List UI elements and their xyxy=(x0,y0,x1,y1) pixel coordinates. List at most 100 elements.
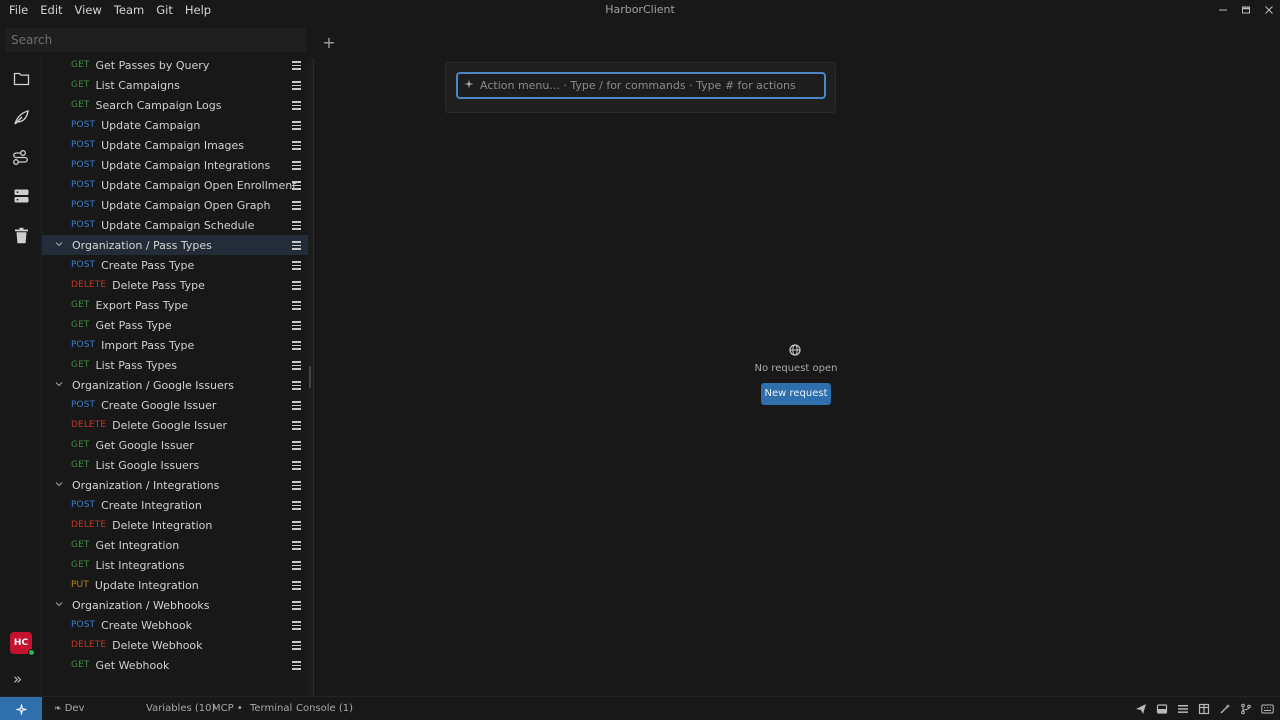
row-menu-icon[interactable] xyxy=(292,359,301,371)
row-menu-icon[interactable] xyxy=(292,219,301,231)
close-icon[interactable] xyxy=(1257,0,1280,20)
tree-request-row[interactable]: GET Search Campaign Logs xyxy=(42,95,308,115)
row-menu-icon[interactable] xyxy=(292,59,301,71)
row-menu-icon[interactable] xyxy=(292,539,301,551)
row-menu-icon[interactable] xyxy=(292,419,301,431)
row-menu-icon[interactable] xyxy=(292,559,301,571)
expand-sidebar-icon[interactable]: » xyxy=(13,670,22,688)
row-menu-icon[interactable] xyxy=(292,199,301,211)
row-menu-icon[interactable] xyxy=(292,279,301,291)
tree-folder[interactable]: Organization / Pass Types xyxy=(42,235,308,255)
console-tab[interactable]: Console (1) xyxy=(296,697,353,720)
tree-request-row[interactable]: GET List Campaigns xyxy=(42,75,308,95)
inbox-icon[interactable] xyxy=(1155,702,1169,716)
send-icon[interactable] xyxy=(1134,702,1148,716)
row-menu-icon[interactable] xyxy=(292,119,301,131)
tree-request-row[interactable]: DELETE Delete Webhook xyxy=(42,635,308,655)
trash-icon[interactable] xyxy=(11,225,31,245)
tree-request-row[interactable]: POST Update Campaign Images xyxy=(42,135,308,155)
row-menu-icon[interactable] xyxy=(292,499,301,511)
server-icon[interactable] xyxy=(11,186,31,206)
menu-help[interactable]: Help xyxy=(179,0,217,20)
folder-icon[interactable] xyxy=(11,68,31,88)
remote-indicator-icon[interactable] xyxy=(0,697,42,720)
row-menu-icon[interactable] xyxy=(292,579,301,591)
tree-request-row[interactable]: POST Create Google Issuer xyxy=(42,395,308,415)
row-menu-icon[interactable] xyxy=(292,479,301,491)
tree-request-row[interactable]: GET Get Passes by Query xyxy=(42,58,308,75)
tree-request-row[interactable]: GET Get Webhook xyxy=(42,655,308,675)
row-menu-icon[interactable] xyxy=(292,259,301,271)
row-menu-icon[interactable] xyxy=(292,459,301,471)
mcp-tab[interactable]: MCP • xyxy=(212,697,243,720)
maximize-icon[interactable] xyxy=(1234,0,1257,20)
row-menu-icon[interactable] xyxy=(292,659,301,671)
tree-request-row[interactable]: GET Get Integration xyxy=(42,535,308,555)
tree-request-row[interactable]: GET List Pass Types xyxy=(42,355,308,375)
tree-request-row[interactable]: DELETE Delete Pass Type xyxy=(42,275,308,295)
tree-request-row[interactable]: POST Create Webhook xyxy=(42,615,308,635)
menu-git[interactable]: Git xyxy=(150,0,179,20)
tree-request-row[interactable]: POST Import Pass Type xyxy=(42,335,308,355)
tree-request-row[interactable]: POST Update Campaign Open Graph xyxy=(42,195,308,215)
row-menu-icon[interactable] xyxy=(292,619,301,631)
row-menu-icon[interactable] xyxy=(292,239,301,251)
layout-icon[interactable] xyxy=(1197,702,1211,716)
tree-request-row[interactable]: POST Create Integration xyxy=(42,495,308,515)
workflow-icon[interactable] xyxy=(11,147,31,167)
row-menu-icon[interactable] xyxy=(292,519,301,531)
menu-team[interactable]: Team xyxy=(108,0,150,20)
variables-tab[interactable]: Variables (10) xyxy=(146,697,215,720)
list-icon[interactable] xyxy=(1176,702,1190,716)
environment-selector[interactable]: ❧ Dev xyxy=(54,697,85,720)
menu-view[interactable]: View xyxy=(69,0,108,20)
menu-bar: File Edit View Team Git Help xyxy=(0,0,217,20)
row-menu-icon[interactable] xyxy=(292,159,301,171)
new-tab-button[interactable]: + xyxy=(318,32,340,54)
row-menu-icon[interactable] xyxy=(292,339,301,351)
tree-request-row[interactable]: POST Update Campaign Integrations xyxy=(42,155,308,175)
minimize-icon[interactable] xyxy=(1211,0,1234,20)
magic-icon[interactable] xyxy=(1218,702,1232,716)
tree-request-row[interactable]: GET List Google Issuers xyxy=(42,455,308,475)
row-menu-icon[interactable] xyxy=(292,299,301,311)
row-menu-icon[interactable] xyxy=(292,439,301,451)
tree-request-row[interactable]: POST Update Campaign xyxy=(42,115,308,135)
tree-request-row[interactable]: DELETE Delete Google Issuer xyxy=(42,415,308,435)
tree-request-row[interactable]: POST Create Pass Type xyxy=(42,255,308,275)
tree-request-row[interactable]: POST Update Campaign Open Enrollment xyxy=(42,175,308,195)
row-menu-icon[interactable] xyxy=(292,179,301,191)
keyboard-icon[interactable] xyxy=(1260,702,1274,716)
tree-request-row[interactable]: GET List Integrations xyxy=(42,555,308,575)
tree-request-row[interactable]: GET Get Google Issuer xyxy=(42,435,308,455)
row-menu-icon[interactable] xyxy=(292,139,301,151)
terminal-tab[interactable]: Terminal xyxy=(250,697,292,720)
branch-icon[interactable] xyxy=(1239,702,1253,716)
new-request-button[interactable]: New request xyxy=(761,383,831,405)
tree-request-row[interactable]: PUT Update Integration xyxy=(42,575,308,595)
row-menu-icon[interactable] xyxy=(292,399,301,411)
chevron-down-icon[interactable] xyxy=(55,600,65,610)
row-menu-icon[interactable] xyxy=(292,319,301,331)
row-menu-icon[interactable] xyxy=(292,99,301,111)
menu-edit[interactable]: Edit xyxy=(34,0,68,20)
chevron-down-icon[interactable] xyxy=(55,380,65,390)
chevron-down-icon[interactable] xyxy=(55,480,65,490)
tree-request-row[interactable]: POST Update Campaign Schedule xyxy=(42,215,308,235)
row-menu-icon[interactable] xyxy=(292,599,301,611)
action-menu-input[interactable] xyxy=(480,79,820,92)
tree-request-row[interactable]: GET Export Pass Type xyxy=(42,295,308,315)
row-menu-icon[interactable] xyxy=(292,379,301,391)
tree-folder[interactable]: Organization / Integrations xyxy=(42,475,308,495)
row-menu-icon[interactable] xyxy=(292,639,301,651)
row-menu-icon[interactable] xyxy=(292,79,301,91)
tree-request-row[interactable]: GET Get Pass Type xyxy=(42,315,308,335)
tree-folder[interactable]: Organization / Webhooks xyxy=(42,595,308,615)
tree-request-row[interactable]: DELETE Delete Integration xyxy=(42,515,308,535)
sidebar-search-input[interactable] xyxy=(5,28,306,52)
sidebar-scroll-thumb[interactable] xyxy=(309,366,311,388)
tree-folder[interactable]: Organization / Google Issuers xyxy=(42,375,308,395)
chevron-down-icon[interactable] xyxy=(55,240,65,250)
leaf-icon[interactable] xyxy=(11,107,31,127)
menu-file[interactable]: File xyxy=(3,0,34,20)
